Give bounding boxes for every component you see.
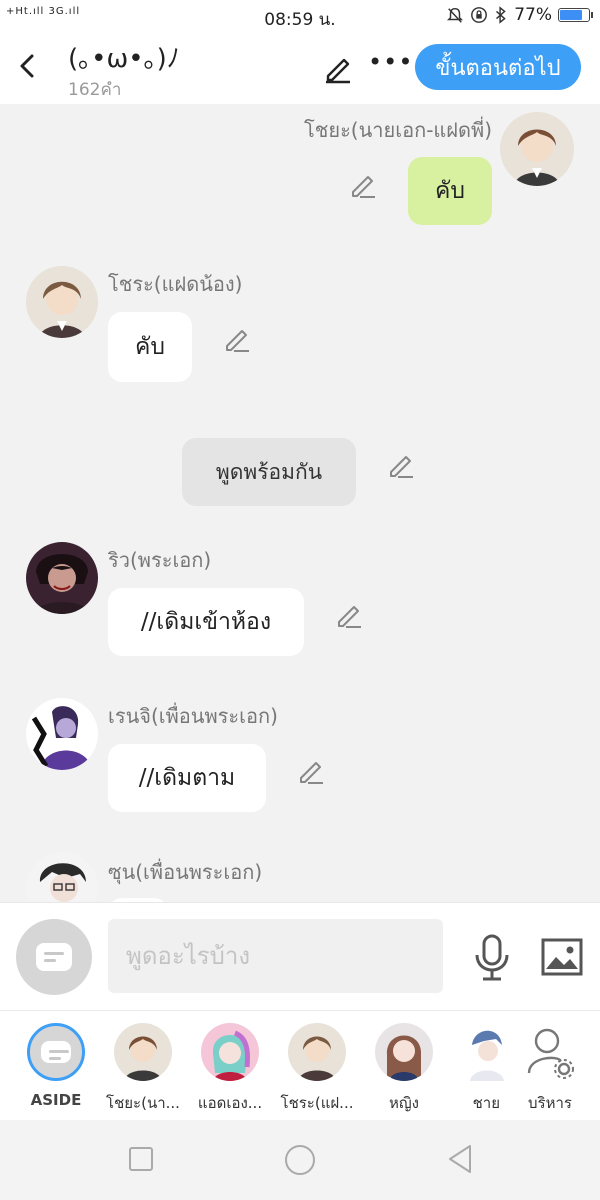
- character-avatar: [114, 1023, 172, 1081]
- speaker-name: ริว(พระเอก): [108, 548, 212, 572]
- message-bubble[interactable]: //เดิมเข้าห้อง: [108, 588, 304, 656]
- battery-percent: 77%: [514, 5, 552, 25]
- edit-message-icon[interactable]: [296, 756, 326, 786]
- message-icon: [36, 943, 72, 971]
- character-label: โชยะ(นา...: [106, 1094, 180, 1112]
- character-portrait: [26, 542, 98, 614]
- character-choya[interactable]: โชยะ(นา...: [98, 1023, 188, 1115]
- message-input-bar: [0, 902, 600, 1011]
- speaker-name: เรนจิ(เพื่อนพระเอก): [108, 704, 278, 728]
- character-avatar: [375, 1023, 433, 1081]
- status-icons: 77%: [446, 5, 593, 25]
- avatar-renji[interactable]: [26, 698, 98, 770]
- microphone-icon[interactable]: [472, 933, 512, 983]
- avatar-ryu[interactable]: [26, 542, 98, 614]
- avatar-choya[interactable]: [500, 112, 574, 186]
- character-girl[interactable]: หญิง: [359, 1023, 449, 1115]
- header: (｡•ω•｡)ﾉ 162คำ ••• ขั้นตอนต่อไป: [0, 32, 600, 104]
- group-message-bubble[interactable]: พูดพร้อมกัน: [182, 438, 356, 506]
- message-icon: [41, 1041, 71, 1063]
- chat-area[interactable]: โชยะ(นายเอก-แฝดพี่) คับ โชระ(แฝดน้อง) คั…: [0, 104, 600, 902]
- next-step-button[interactable]: ขั้นตอนต่อไป: [415, 44, 581, 90]
- message-bubble[interactable]: คับ: [108, 312, 192, 382]
- character-avatar: [521, 1023, 579, 1081]
- character-aside[interactable]: ASIDE: [11, 1023, 101, 1109]
- character-selector: ASIDE โชยะ(นา... แอดเอง... โชระ(แฝ... หญ…: [0, 1010, 600, 1121]
- back-arrow-icon[interactable]: [12, 46, 42, 86]
- status-bar: +Ht.ıll 3G.ıll 08:59 น. 77%: [0, 0, 600, 32]
- character-label: แอดเอง...: [197, 1094, 263, 1112]
- avatar-chora[interactable]: [26, 266, 98, 338]
- character-portrait: [375, 1023, 433, 1081]
- image-icon[interactable]: [540, 937, 584, 977]
- edit-message-icon[interactable]: [222, 324, 252, 354]
- character-manage[interactable]: บริหาร: [510, 1023, 590, 1115]
- aside-avatar: [27, 1023, 85, 1081]
- character-avatar: [466, 1023, 506, 1081]
- bluetooth-icon: [496, 6, 506, 24]
- edit-message-icon[interactable]: [386, 450, 416, 480]
- character-chora[interactable]: โชระ(แฝ...: [272, 1023, 362, 1115]
- character-label: ASIDE: [30, 1091, 82, 1109]
- more-options-icon[interactable]: •••: [368, 48, 413, 76]
- recent-apps-icon[interactable]: [128, 1146, 154, 1172]
- back-icon[interactable]: [446, 1144, 474, 1174]
- home-icon[interactable]: [284, 1144, 316, 1176]
- character-portrait: [26, 852, 98, 902]
- word-count: 162คำ: [68, 80, 122, 100]
- mute-bell-icon: [447, 7, 464, 23]
- rotation-lock-icon: [471, 7, 488, 23]
- character-label: บริหาร: [528, 1094, 572, 1112]
- edit-message-icon[interactable]: [334, 600, 364, 630]
- character-admin[interactable]: แอดเอง...: [185, 1023, 275, 1115]
- character-label: หญิง: [389, 1094, 419, 1112]
- character-avatar: [288, 1023, 346, 1081]
- character-portrait: [500, 112, 574, 186]
- edit-pencil-icon[interactable]: [322, 52, 354, 84]
- character-portrait: [26, 698, 98, 770]
- speaker-name: โชระ(แฝดน้อง): [108, 272, 243, 296]
- character-portrait: [466, 1023, 506, 1081]
- battery-icon: [558, 8, 593, 22]
- manage-characters-icon: [527, 1028, 574, 1079]
- character-avatar: [201, 1023, 259, 1081]
- aside-toggle-button[interactable]: [16, 919, 92, 995]
- character-portrait: [114, 1023, 172, 1081]
- system-nav-bar: [0, 1120, 600, 1200]
- battery-fill: [560, 10, 582, 20]
- edit-message-icon[interactable]: [348, 170, 378, 200]
- speaker-name: โชยะ(นายเอก-แฝดพี่): [304, 118, 492, 142]
- character-portrait: [26, 266, 98, 338]
- message-input[interactable]: [108, 919, 443, 993]
- speaker-name: ซุน(เพื่อนพระเอก): [108, 860, 263, 884]
- message-bubble[interactable]: คับ: [408, 157, 492, 225]
- message-bubble[interactable]: //เดิมตาม: [108, 744, 266, 812]
- character-portrait: [201, 1023, 259, 1081]
- story-title[interactable]: (｡•ω•｡)ﾉ: [68, 38, 180, 75]
- avatar-sun[interactable]: [26, 852, 98, 902]
- character-portrait: [288, 1023, 346, 1081]
- character-label: โชระ(แฝ...: [280, 1094, 354, 1112]
